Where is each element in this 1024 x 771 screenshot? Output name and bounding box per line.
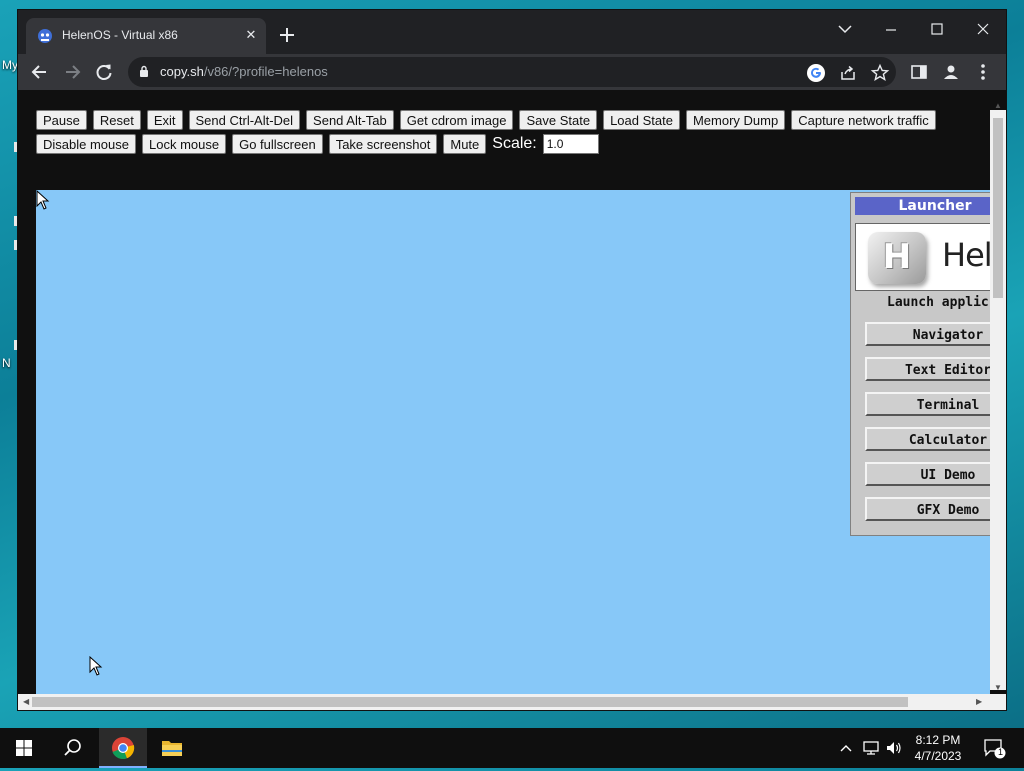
chrome-icon	[112, 737, 135, 760]
launch-caption: Launch applic	[887, 295, 989, 310]
title-bar: HelenOS - Virtual x86 ✕	[18, 10, 1006, 54]
go-fullscreen-button[interactable]: Go fullscreen	[232, 134, 323, 154]
vertical-scroll-thumb[interactable]	[993, 118, 1003, 298]
horizontal-scroll-thumb[interactable]	[32, 697, 908, 707]
send-alt-tab-button[interactable]: Send Alt-Tab	[306, 110, 394, 130]
url-host: copy.sh	[160, 64, 204, 79]
show-hidden-icons-chevron-icon[interactable]	[836, 738, 856, 758]
horizontal-scrollbar[interactable]: ◀ ▶	[18, 694, 1006, 710]
pause-button[interactable]: Pause	[36, 110, 87, 130]
browser-toolbar: copy.sh/v86/?profile=helenos	[18, 54, 1006, 90]
desktop-icon-fragment[interactable]	[14, 142, 17, 152]
vm-screen[interactable]: Launcher H Hele Launch applic Navigator …	[36, 190, 990, 704]
url-path: /v86/?profile=helenos	[203, 64, 328, 79]
scroll-right-icon[interactable]: ▶	[976, 698, 982, 706]
controls-row-1: Pause Reset Exit Send Ctrl-Alt-Del Send Alt-…	[36, 110, 942, 132]
disable-mouse-button[interactable]: Disable mouse	[36, 134, 136, 154]
host-mouse-pointer-icon	[89, 656, 103, 676]
controls-row-2: Disable mouse Lock mouse Go fullscreen Take…	[36, 134, 599, 156]
search-icon[interactable]	[48, 728, 96, 768]
file-explorer-icon[interactable]	[148, 728, 196, 768]
scale-label: Scale:	[492, 135, 537, 152]
terminal-button[interactable]: Terminal	[865, 392, 990, 416]
windows-start-icon[interactable]	[0, 728, 48, 768]
browser-tab[interactable]: HelenOS - Virtual x86 ✕	[26, 18, 266, 54]
page-viewport: Pause Reset Exit Send Ctrl-Alt-Del Send Alt-…	[18, 90, 1006, 710]
vertical-scrollbar[interactable]: ▲ ▼	[990, 102, 1006, 692]
minimize-icon[interactable]	[868, 16, 914, 42]
ui-demo-button[interactable]: UI Demo	[865, 462, 990, 486]
forward-icon[interactable]	[61, 61, 83, 83]
network-icon[interactable]	[861, 738, 881, 758]
desktop-icon-fragment[interactable]	[14, 216, 17, 226]
helenos-logo: H Hele	[855, 223, 990, 291]
system-clock[interactable]: 8:12 PM 4/7/2023	[906, 732, 970, 764]
capture-network-traffic-button[interactable]: Capture network traffic	[791, 110, 936, 130]
desktop-icon-fragment[interactable]	[14, 340, 17, 350]
mute-button[interactable]: Mute	[443, 134, 487, 154]
scroll-left-icon[interactable]: ◀	[23, 698, 29, 706]
gfx-demo-button[interactable]: GFX Demo	[865, 497, 990, 521]
address-bar[interactable]: copy.sh/v86/?profile=helenos	[128, 57, 896, 87]
new-tab-icon[interactable]	[276, 24, 298, 46]
desktop-icon-label-1[interactable]: My	[2, 58, 18, 72]
desktop-icon-label-2[interactable]: N	[2, 356, 11, 370]
text-editor-button[interactable]: Text Editor	[865, 357, 990, 381]
clock-date: 4/7/2023	[914, 749, 962, 763]
chrome-taskbar-item[interactable]	[99, 728, 147, 768]
google-icon[interactable]	[806, 63, 826, 83]
navigator-button[interactable]: Navigator	[865, 322, 990, 346]
scroll-down-icon[interactable]: ▼	[994, 684, 1002, 692]
get-cdrom-image-button[interactable]: Get cdrom image	[399, 110, 514, 130]
maximize-icon[interactable]	[914, 16, 960, 42]
reset-button[interactable]: Reset	[92, 110, 141, 130]
lock-icon[interactable]	[139, 65, 149, 78]
send-ctrl-alt-del-button[interactable]: Send Ctrl-Alt-Del	[188, 110, 301, 130]
menu-icon[interactable]	[972, 61, 994, 83]
profile-icon[interactable]	[940, 61, 962, 83]
scale-input[interactable]: 1.0	[542, 134, 599, 154]
save-state-button[interactable]: Save State	[519, 110, 598, 130]
load-state-button[interactable]: Load State	[603, 110, 680, 130]
close-tab-icon[interactable]: ✕	[242, 26, 260, 44]
launcher-title[interactable]: Launcher	[855, 197, 990, 215]
lock-mouse-button[interactable]: Lock mouse	[142, 134, 227, 154]
action-center-icon[interactable]: 1	[982, 737, 1006, 759]
taskbar: 8:12 PM 4/7/2023 1	[0, 728, 1024, 768]
browser-window: HelenOS - Virtual x86 ✕ copy.sh/v86/?pro…	[18, 10, 1006, 710]
logo-text: Hele	[942, 236, 990, 274]
url-text: copy.sh/v86/?profile=helenos	[160, 64, 328, 79]
calculator-button[interactable]: Calculator	[865, 427, 990, 451]
exit-button[interactable]: Exit	[146, 110, 183, 130]
helenos-favicon-icon	[38, 29, 52, 43]
vm-mouse-pointer-icon	[36, 190, 50, 210]
logo-letter: H	[882, 237, 912, 277]
reload-icon[interactable]	[93, 61, 115, 83]
clock-time: 8:12 PM	[915, 733, 961, 747]
back-icon[interactable]	[29, 61, 51, 83]
tab-title: HelenOS - Virtual x86	[62, 28, 178, 42]
launcher-window: Launcher H Hele Launch applic Navigator …	[850, 192, 990, 536]
tab-search-chevron-icon[interactable]	[822, 16, 868, 42]
notification-count: 1	[997, 747, 1003, 757]
helenos-logo-icon: H	[868, 232, 926, 284]
desktop-icon-fragment[interactable]	[14, 240, 17, 250]
take-screenshot-button[interactable]: Take screenshot	[328, 134, 438, 154]
memory-dump-button[interactable]: Memory Dump	[685, 110, 786, 130]
scroll-up-icon[interactable]: ▲	[994, 102, 1002, 110]
side-panel-icon[interactable]	[908, 61, 930, 83]
share-icon[interactable]	[838, 63, 858, 83]
volume-icon[interactable]	[884, 738, 904, 758]
desktop: My N	[0, 0, 18, 728]
close-window-icon[interactable]	[960, 16, 1006, 42]
star-icon[interactable]	[870, 63, 890, 83]
